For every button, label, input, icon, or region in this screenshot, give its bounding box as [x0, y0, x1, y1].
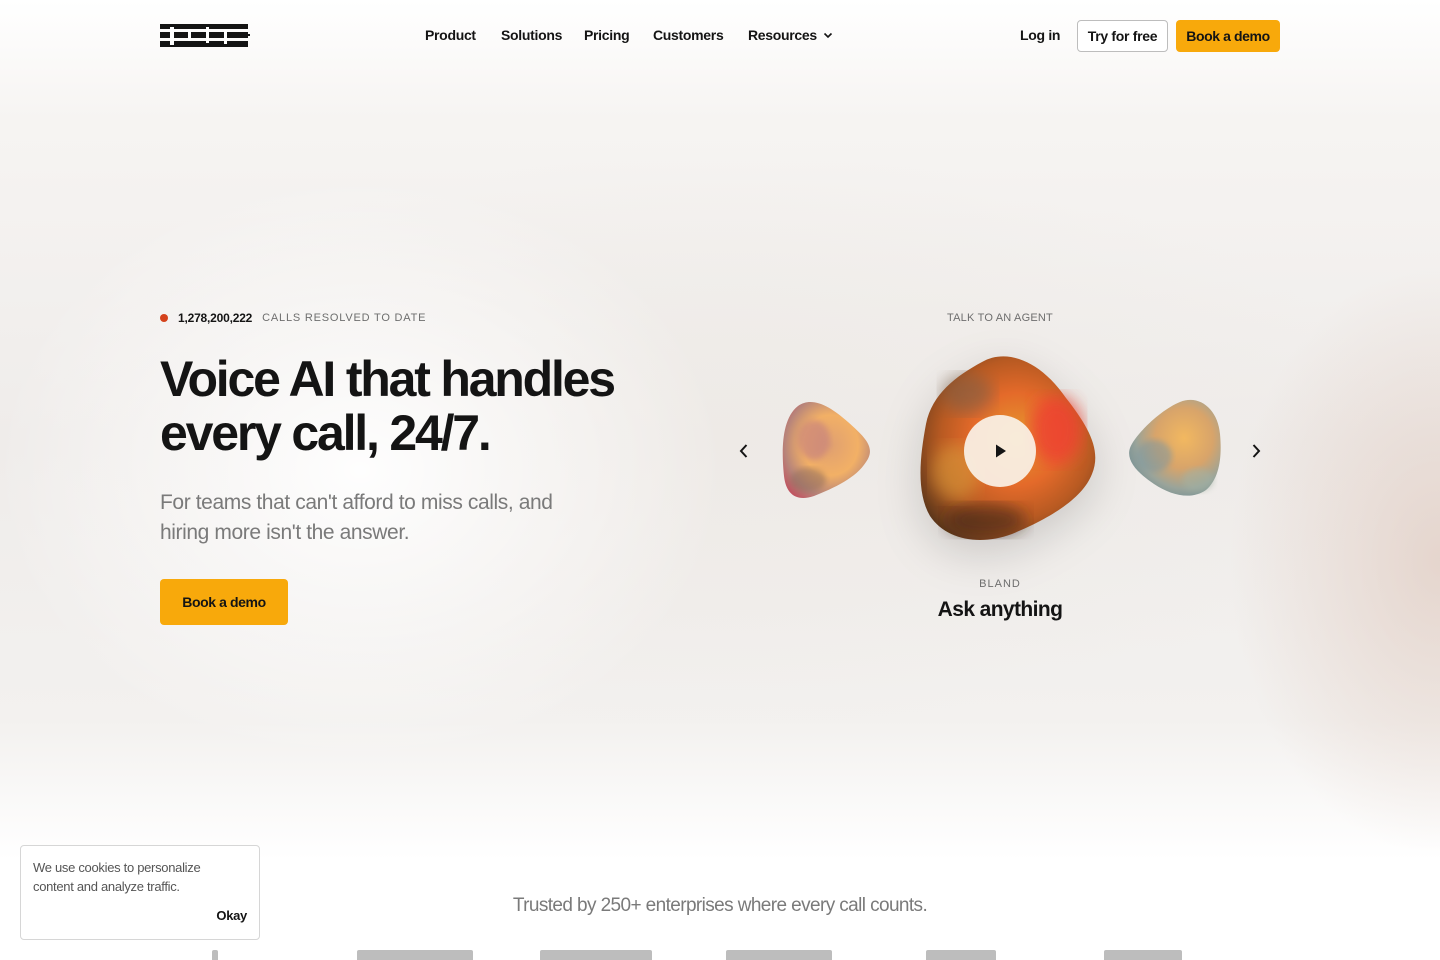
customer-logo-row	[0, 944, 1440, 960]
cookie-okay-button[interactable]: Okay	[216, 908, 247, 923]
customer-logo	[540, 950, 652, 960]
agent-orb-prev[interactable]	[778, 398, 876, 502]
nav-product[interactable]: Product	[425, 27, 476, 43]
top-nav: Product Solutions Pricing Customers Reso…	[0, 0, 1440, 72]
carousel-prev-button[interactable]	[734, 441, 754, 461]
nav-customers[interactable]: Customers	[653, 27, 724, 43]
live-dot-icon	[160, 314, 168, 322]
play-agent-button[interactable]	[964, 415, 1036, 487]
try-free-button[interactable]: Try for free	[1077, 20, 1168, 52]
customer-logo	[926, 950, 996, 960]
cookie-text: We use cookies to personalize content an…	[33, 860, 201, 894]
chevron-down-icon	[823, 32, 832, 39]
carousel-next-button[interactable]	[1246, 441, 1266, 461]
hero-title-line2: every call, 24/7.	[160, 405, 492, 461]
chevron-right-icon	[1252, 444, 1261, 458]
talk-to-agent-label: TALK TO AN AGENT	[947, 312, 1053, 324]
customer-logo	[1104, 950, 1182, 960]
cookie-banner: We use cookies to personalize content an…	[20, 845, 260, 940]
agent-name: Ask anything	[937, 598, 1063, 621]
nav-resources[interactable]: Resources	[748, 27, 833, 43]
nav-resources-label: Resources	[748, 27, 817, 43]
book-demo-hero-button[interactable]: Book a demo	[160, 579, 288, 625]
hero-title-line1: Voice AI that handles	[160, 351, 616, 407]
calls-count: 1,278,200,222	[178, 311, 253, 325]
hero-background	[0, 0, 1440, 960]
nav-pricing[interactable]: Pricing	[584, 27, 630, 43]
customer-logo	[357, 950, 473, 960]
nav-solutions[interactable]: Solutions	[501, 27, 562, 43]
book-demo-nav-button[interactable]: Book a demo	[1176, 20, 1280, 52]
login-link[interactable]: Log in	[1020, 27, 1060, 43]
calls-resolved-stat: 1,278,200,222 CALLS RESOLVED TO DATE	[160, 311, 426, 325]
customer-logo	[212, 950, 218, 960]
hero-title: Voice AI that handles every call, 24/7.	[160, 352, 700, 460]
agent-brand: BLAND	[979, 578, 1021, 590]
customer-logo	[726, 950, 832, 960]
play-icon	[996, 444, 1006, 458]
agent-orb-next[interactable]	[1124, 396, 1224, 500]
hero-subtitle: For teams that can't afford to miss call…	[160, 491, 553, 544]
calls-label: CALLS RESOLVED TO DATE	[262, 312, 427, 324]
trusted-by-text: Trusted by 250+ enterprises where every …	[512, 895, 928, 916]
bland-logo[interactable]	[160, 24, 250, 48]
chevron-left-icon	[739, 444, 748, 458]
